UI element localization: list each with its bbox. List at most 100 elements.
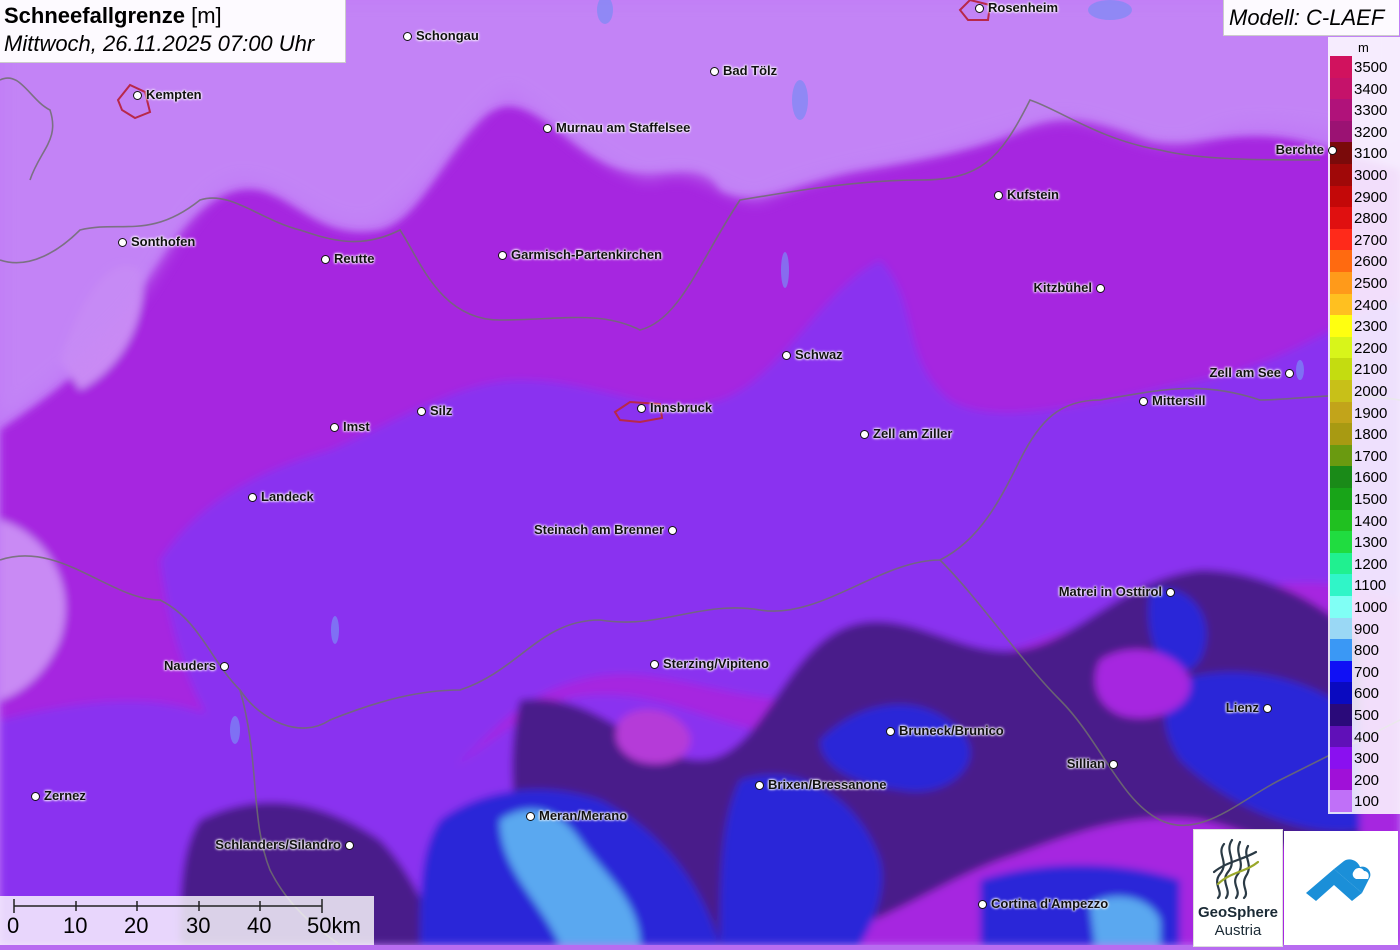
city-marker[interactable] — [1263, 704, 1272, 713]
legend-row: 1600 — [1328, 466, 1400, 488]
city-label[interactable]: Lienz — [1226, 700, 1259, 715]
legend-swatch — [1330, 531, 1352, 553]
city-label[interactable]: Kitzbühel — [1034, 280, 1093, 295]
city-label[interactable]: Kufstein — [1007, 187, 1059, 202]
legend-label: 1300 — [1354, 534, 1388, 552]
city-label[interactable]: Reutte — [334, 251, 374, 266]
legend-label: 1900 — [1354, 404, 1388, 422]
city-marker[interactable] — [31, 792, 40, 801]
city-marker[interactable] — [1109, 760, 1118, 769]
geosphere-austria-logo[interactable]: GeoSphere Austria — [1193, 829, 1283, 947]
city-label[interactable]: Brixen/Bressanone — [768, 777, 887, 792]
city-label[interactable]: Zell am Ziller — [873, 426, 952, 441]
city-marker[interactable] — [220, 662, 229, 671]
city-label[interactable]: Rosenheim — [988, 0, 1058, 15]
city-label[interactable]: Kempten — [146, 87, 202, 102]
city-label[interactable]: Bad Tölz — [723, 63, 777, 78]
legend-row: 3000 — [1328, 164, 1400, 186]
legend-swatch — [1330, 725, 1352, 748]
legend-label: 3400 — [1354, 80, 1388, 98]
city-label[interactable]: Sillian — [1067, 756, 1105, 771]
city-label[interactable]: Imst — [343, 419, 370, 434]
city-label[interactable]: Garmisch-Partenkirchen — [511, 247, 662, 262]
scale-tick-40: 40 — [247, 913, 272, 938]
legend-row: 600 — [1328, 682, 1400, 704]
city-marker[interactable] — [782, 351, 791, 360]
city-label[interactable]: Innsbruck — [650, 400, 712, 415]
city-label[interactable]: Landeck — [261, 489, 314, 504]
city-marker[interactable] — [1096, 284, 1105, 293]
city-label[interactable]: Steinach am Brenner — [534, 522, 664, 537]
legend-swatch — [1330, 466, 1352, 488]
city-marker[interactable] — [650, 660, 659, 669]
forecast-datetime: Mittwoch, 26.11.2025 07:00 Uhr — [4, 31, 315, 56]
city-marker[interactable] — [860, 430, 869, 439]
city-marker[interactable] — [1285, 369, 1294, 378]
city-label[interactable]: Sterzing/Vipiteno — [663, 656, 769, 671]
city-label[interactable]: Schlanders/Silandro — [215, 837, 341, 852]
city-marker[interactable] — [755, 781, 764, 790]
legend-label: 300 — [1354, 750, 1380, 768]
city-marker[interactable] — [543, 124, 552, 133]
city-marker[interactable] — [975, 4, 984, 13]
city-label[interactable]: Schongau — [416, 28, 479, 43]
city-marker[interactable] — [417, 407, 426, 416]
legend-row: 3200 — [1328, 120, 1400, 143]
city-label[interactable]: Meran/Merano — [539, 808, 627, 823]
city-label[interactable]: Berchte — [1276, 142, 1324, 157]
city-marker[interactable] — [710, 67, 719, 76]
city-marker[interactable] — [1139, 397, 1148, 406]
legend-row: 800 — [1328, 639, 1400, 661]
legend-swatch — [1330, 444, 1352, 467]
city-label[interactable]: Nauders — [164, 658, 216, 673]
legend-row: 2500 — [1328, 272, 1400, 294]
legend-label: 2200 — [1354, 339, 1388, 357]
city-marker[interactable] — [886, 727, 895, 736]
city-marker[interactable] — [978, 900, 987, 909]
legend-row: 1700 — [1328, 444, 1400, 467]
city-marker[interactable] — [118, 238, 127, 247]
city-marker[interactable] — [321, 255, 330, 264]
city-marker[interactable] — [637, 404, 646, 413]
city-label[interactable]: Murnau am Staffelsee — [556, 120, 690, 135]
city-marker[interactable] — [403, 32, 412, 41]
city-label[interactable]: Bruneck/Brunico — [899, 723, 1004, 738]
legend-swatch — [1330, 574, 1352, 596]
city-label[interactable]: Matrei in Osttirol — [1059, 584, 1162, 599]
legend-swatch — [1330, 401, 1352, 424]
legend-swatch — [1330, 747, 1352, 769]
city-label[interactable]: Mittersill — [1152, 393, 1205, 408]
legend-label: 3200 — [1354, 123, 1388, 141]
city-label[interactable]: Zernez — [44, 788, 86, 803]
legend-label: 700 — [1354, 663, 1380, 681]
legend-row: 1100 — [1328, 574, 1400, 596]
city-marker[interactable] — [248, 493, 257, 502]
city-label[interactable]: Cortina d'Ampezzo — [991, 896, 1108, 911]
legend-swatch — [1330, 682, 1352, 704]
city-label[interactable]: Zell am See — [1209, 365, 1281, 380]
city-label[interactable]: Sonthofen — [131, 234, 195, 249]
city-marker[interactable] — [330, 423, 339, 432]
city-marker[interactable] — [498, 251, 507, 260]
scale-bar: 0 10 20 30 40 50km — [0, 896, 374, 945]
city-marker[interactable] — [1166, 588, 1175, 597]
city-marker[interactable] — [1328, 146, 1337, 155]
city-marker[interactable] — [668, 526, 677, 535]
legend-row: 1900 — [1328, 401, 1400, 424]
snowfall-limit-map[interactable] — [0, 0, 1400, 945]
legend-label: 1700 — [1354, 447, 1388, 465]
weather-app-logo[interactable] — [1284, 831, 1398, 945]
legend-label: 2900 — [1354, 188, 1388, 206]
legend-label: 2800 — [1354, 210, 1388, 228]
city-marker[interactable] — [994, 191, 1003, 200]
city-marker[interactable] — [133, 91, 142, 100]
legend-label: 1400 — [1354, 512, 1388, 530]
city-label[interactable]: Silz — [430, 403, 452, 418]
legend-label: 900 — [1354, 620, 1380, 638]
city-marker[interactable] — [526, 812, 535, 821]
city-label[interactable]: Schwaz — [795, 347, 843, 362]
legend-label: 3000 — [1354, 167, 1388, 184]
model-label-box: Modell: C-LAEF — [1223, 0, 1399, 36]
city-marker[interactable] — [345, 841, 354, 850]
legend-swatch — [1330, 56, 1352, 78]
